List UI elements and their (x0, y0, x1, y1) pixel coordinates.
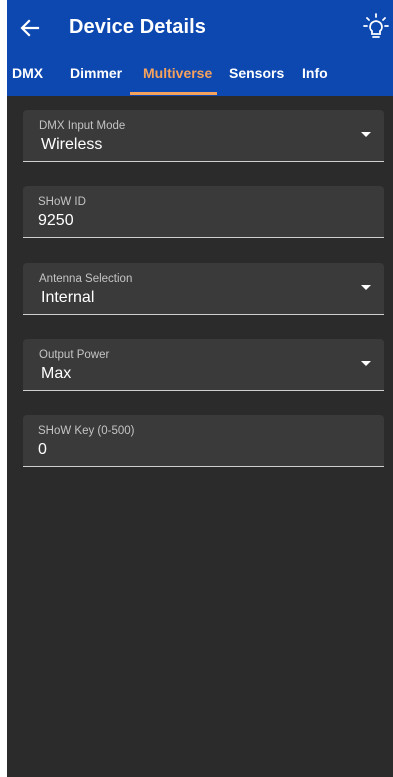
field-value: 0 (38, 441, 47, 458)
arrow-left-icon (20, 19, 40, 37)
output-power-select[interactable]: Output Power Max (23, 339, 384, 391)
tab-dimmer[interactable]: Dimmer (70, 62, 122, 96)
antenna-selection-select[interactable]: Antenna Selection Internal (23, 263, 384, 315)
field-label: Output Power (39, 349, 110, 361)
active-tab-indicator (130, 92, 217, 95)
field-value: Max (41, 365, 72, 382)
field-label: DMX Input Mode (39, 120, 126, 132)
app-screen: Device Details DMX Dimmer Multiverse Sen… (7, 0, 393, 777)
field-label: Antenna Selection (39, 273, 133, 285)
caret-down-icon (361, 361, 371, 366)
caret-down-icon (361, 285, 371, 290)
tab-multiverse[interactable]: Multiverse (143, 62, 212, 96)
tab-dmx[interactable]: DMX (12, 62, 43, 96)
show-key-field[interactable]: SHoW Key (0-500) 0 (23, 415, 384, 467)
tab-info[interactable]: Info (302, 62, 328, 96)
field-value: Internal (41, 289, 95, 306)
field-value: 9250 (38, 212, 74, 229)
tab-bar: DMX Dimmer Multiverse Sensors Info (7, 62, 393, 96)
identify-button[interactable] (363, 12, 389, 42)
page-title: Device Details (69, 16, 207, 38)
field-value: Wireless (41, 136, 103, 153)
dmx-input-mode-select[interactable]: DMX Input Mode Wireless (23, 110, 384, 162)
tab-sensors[interactable]: Sensors (229, 62, 284, 96)
field-label: SHoW Key (0-500) (38, 425, 135, 437)
back-button[interactable] (16, 14, 44, 42)
caret-down-icon (361, 132, 371, 137)
field-label: SHoW ID (38, 196, 86, 208)
show-id-field[interactable]: SHoW ID 9250 (23, 186, 384, 238)
app-bar: Device Details DMX Dimmer Multiverse Sen… (7, 0, 393, 96)
lightbulb-icon (363, 13, 389, 38)
